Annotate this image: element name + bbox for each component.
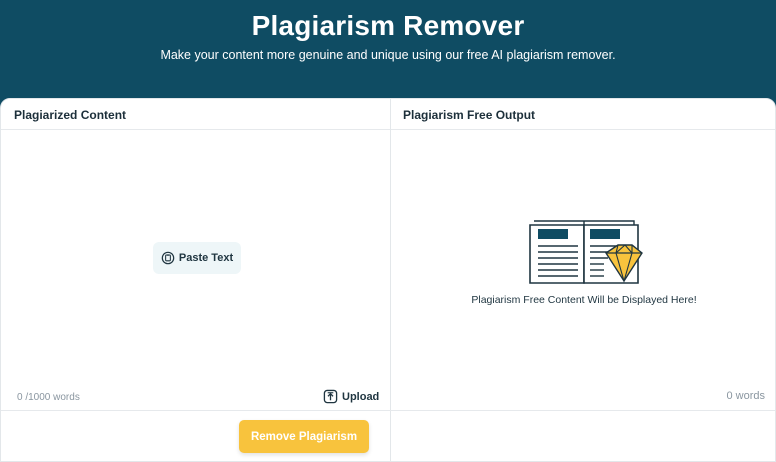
output-pane-header: Plagiarism Free Output [391,99,775,130]
output-pane: Plagiarism Free Output Plagiarism Free C… [391,99,775,461]
input-pane[interactable]: Plagiarized Content Paste Text 0 /1000 w… [1,99,391,461]
remove-plagiarism-button[interactable]: Remove Plagiarism [239,420,369,453]
upload-button[interactable]: Upload [323,389,379,404]
tool-card: Plagiarized Content Paste Text 0 /1000 w… [0,98,776,462]
input-word-count: 0 /1000 words [17,392,80,403]
page-title: Plagiarism Remover [251,10,525,41]
paste-text-label: Paste Text [178,252,234,264]
input-pane-header: Plagiarized Content [1,99,390,130]
upload-label: Upload [342,390,380,403]
footer-divider [1,410,775,411]
clipboard-icon [161,251,175,265]
book-diamond-illustration [529,220,643,284]
output-placeholder: Plagiarism Free Content Will be Displaye… [471,294,697,306]
upload-icon [323,389,338,404]
page-subtitle: Make your content more genuine and uniqu… [160,48,616,62]
paste-text-button[interactable]: Paste Text [153,242,241,274]
output-word-count: 0 words [726,390,765,402]
